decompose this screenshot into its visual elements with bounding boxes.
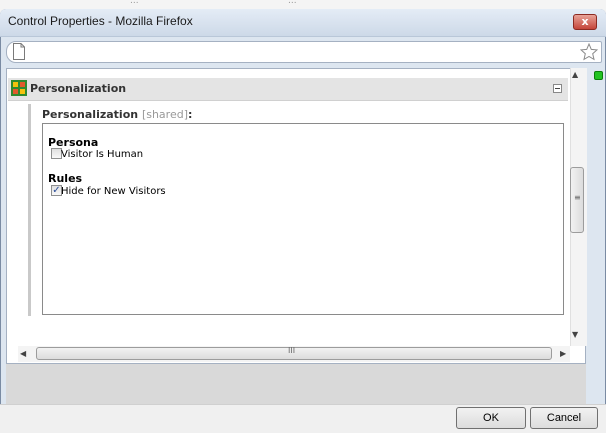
shared-tag: [shared] [141, 108, 188, 121]
window-title: Control Properties - Mozilla Firefox [8, 14, 193, 28]
collapse-button[interactable] [553, 84, 562, 93]
scroll-left-icon[interactable]: ◀ [20, 349, 26, 358]
ok-button[interactable]: OK [456, 407, 526, 429]
background-text: ... [288, 0, 297, 6]
close-button[interactable]: x [573, 14, 597, 30]
panel-left-rule [28, 104, 31, 316]
grip-icon: ≡ [574, 193, 581, 202]
panel-title: Personalization [30, 82, 127, 95]
minus-icon [555, 88, 560, 89]
checkbox-label: Visitor Is Human [61, 149, 144, 160]
page-icon [13, 43, 25, 60]
bookmark-star-icon[interactable] [580, 43, 598, 61]
field-colon: : [188, 108, 193, 121]
background-text: ... [130, 0, 139, 6]
field-label-text: Personalization [42, 108, 139, 121]
lower-panel [6, 364, 586, 404]
close-icon: x [581, 15, 589, 28]
field-label: Personalization [shared]: [42, 108, 192, 121]
checkbox-label: Hide for New Visitors [61, 186, 166, 197]
scroll-right-icon[interactable]: ▶ [560, 349, 566, 358]
personalization-icon [11, 80, 27, 96]
status-indicator-icon [594, 71, 603, 80]
checkmark-icon: ✓ [52, 185, 61, 196]
url-bar[interactable] [6, 41, 602, 63]
grip-icon: III [288, 346, 296, 355]
scroll-down-icon[interactable]: ▼ [572, 330, 578, 339]
scroll-up-icon[interactable]: ▲ [572, 70, 578, 79]
section-title-rules: Rules [48, 172, 83, 185]
cancel-button[interactable]: Cancel [530, 407, 598, 429]
